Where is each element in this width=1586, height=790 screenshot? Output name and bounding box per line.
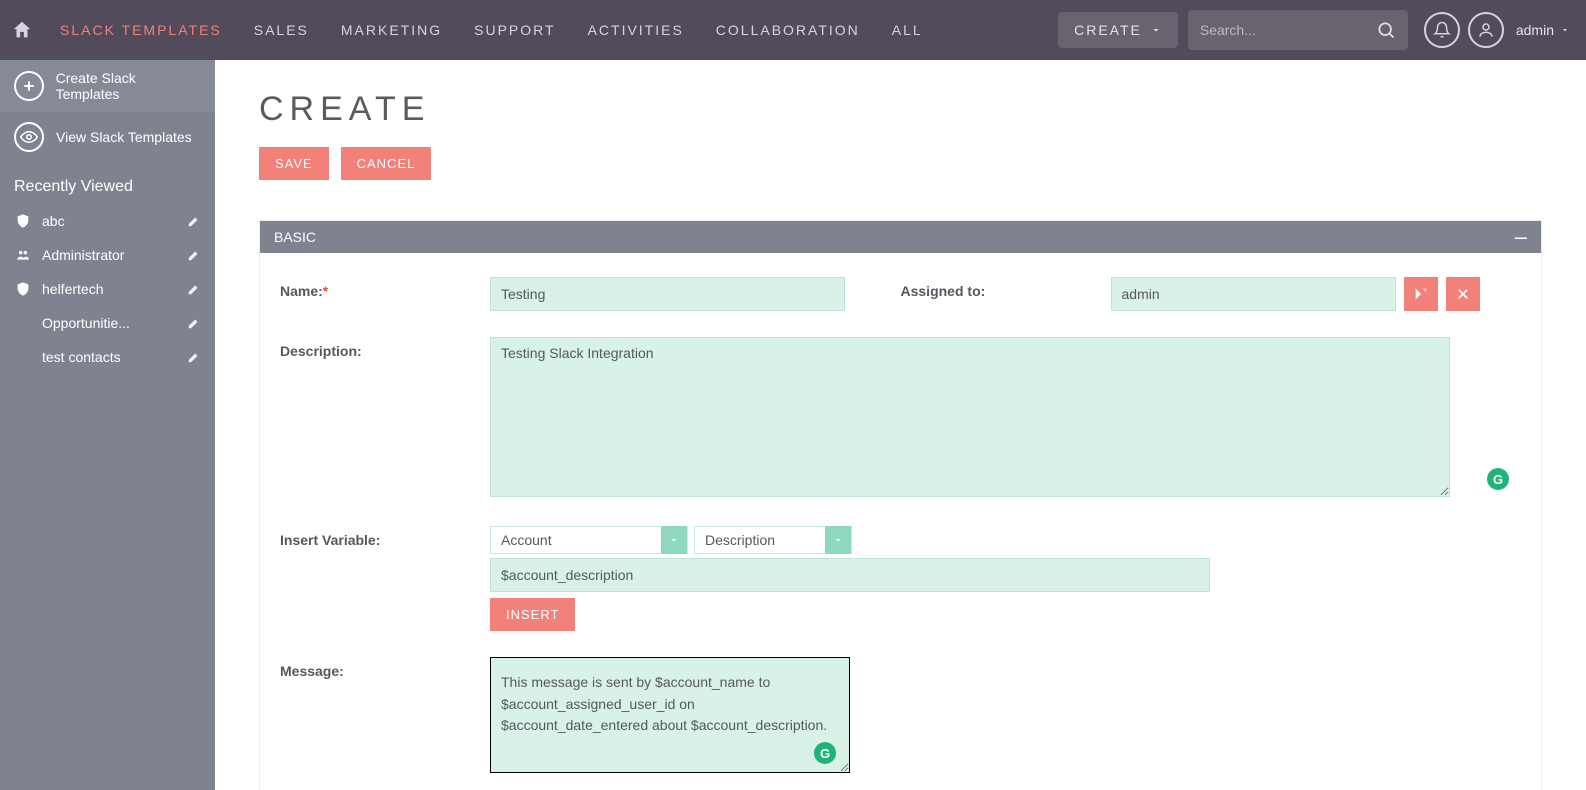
panel-header: BASIC – (260, 221, 1541, 253)
sidebar-item-label: Create Slack Templates (56, 70, 201, 102)
save-button-top[interactable]: SAVE (259, 147, 329, 180)
recent-label: abc (42, 213, 177, 229)
shield-icon (14, 281, 32, 297)
plus-icon (14, 71, 44, 101)
message-textarea[interactable] (490, 657, 850, 773)
nav-support[interactable]: SUPPORT (458, 0, 571, 60)
recent-item[interactable]: Opportunitie... (0, 306, 215, 340)
left-sidebar: Create Slack Templates View Slack Templa… (0, 60, 215, 790)
basic-panel: BASIC – Name:* Assigned to: (259, 220, 1542, 790)
nav-sales[interactable]: SALES (238, 0, 325, 60)
recent-item[interactable]: helfertech (0, 272, 215, 306)
edit-icon[interactable] (187, 316, 201, 330)
field-select[interactable]: Description (694, 526, 852, 554)
create-label: CREATE (1074, 22, 1142, 38)
nav-activities[interactable]: ACTIVITIES (572, 0, 700, 60)
variable-output[interactable] (490, 558, 1210, 592)
search-box[interactable] (1188, 10, 1408, 50)
notifications-icon[interactable] (1424, 12, 1460, 48)
description-label: Description: (280, 337, 490, 359)
sidebar-view-slack-templates[interactable]: View Slack Templates (0, 112, 215, 162)
recently-viewed-title: Recently Viewed (0, 162, 215, 204)
recent-label: Opportunitie... (42, 315, 177, 331)
module-select[interactable]: Account (490, 526, 688, 554)
nav-slack-templates[interactable]: SLACK TEMPLATES (44, 0, 238, 60)
edit-icon[interactable] (187, 214, 201, 228)
nav-marketing[interactable]: MARKETING (325, 0, 458, 60)
main-content: CREATE SAVE CANCEL BASIC – Name:* A (215, 60, 1586, 790)
top-nav: SLACK TEMPLATES SALES MARKETING SUPPORT … (0, 0, 1586, 60)
edit-icon[interactable] (187, 350, 201, 364)
assigned-select-button[interactable] (1404, 277, 1438, 311)
name-input[interactable] (490, 277, 845, 311)
page-title: CREATE (259, 90, 1542, 129)
recent-label: helfertech (42, 281, 177, 297)
nav-all[interactable]: ALL (876, 0, 939, 60)
people-icon (14, 248, 32, 262)
insert-button[interactable]: INSERT (490, 598, 575, 631)
recent-label: test contacts (42, 349, 177, 365)
recent-item[interactable]: Administrator (0, 238, 215, 272)
eye-icon (14, 122, 44, 152)
insert-variable-label: Insert Variable: (280, 526, 490, 548)
description-textarea[interactable] (490, 337, 1450, 497)
module-select-value: Account (491, 532, 661, 548)
create-dropdown[interactable]: CREATE (1058, 12, 1178, 48)
recent-item[interactable]: test contacts (0, 340, 215, 374)
panel-collapse-icon[interactable]: – (1515, 226, 1527, 248)
panel-title: BASIC (274, 229, 316, 245)
caret-down-icon (1560, 25, 1570, 35)
grammarly-icon: G (814, 742, 836, 764)
search-input[interactable] (1200, 22, 1376, 38)
home-icon[interactable] (0, 0, 44, 60)
grammarly-icon: G (1487, 468, 1509, 490)
edit-icon[interactable] (187, 282, 201, 296)
user-menu[interactable]: admin (1468, 12, 1570, 48)
edit-icon[interactable] (187, 248, 201, 262)
field-select-value: Description (695, 532, 825, 548)
message-label: Message: (280, 657, 490, 679)
sidebar-item-label: View Slack Templates (56, 129, 192, 145)
shield-icon (14, 213, 32, 229)
recent-item[interactable]: abc (0, 204, 215, 238)
caret-down-icon (1150, 24, 1162, 36)
nav-collaboration[interactable]: COLLABORATION (700, 0, 876, 60)
assigned-clear-button[interactable] (1446, 277, 1480, 311)
assigned-to-input[interactable] (1111, 277, 1396, 311)
user-name: admin (1516, 22, 1554, 38)
name-label: Name:* (280, 277, 490, 299)
search-icon[interactable] (1376, 20, 1396, 40)
caret-down-icon (825, 526, 851, 554)
cancel-button-top[interactable]: CANCEL (341, 147, 432, 180)
sidebar-create-slack-templates[interactable]: Create Slack Templates (0, 60, 215, 112)
user-avatar-icon (1468, 12, 1504, 48)
assigned-label: Assigned to: (901, 277, 1111, 299)
caret-down-icon (661, 526, 687, 554)
recent-label: Administrator (42, 247, 177, 263)
